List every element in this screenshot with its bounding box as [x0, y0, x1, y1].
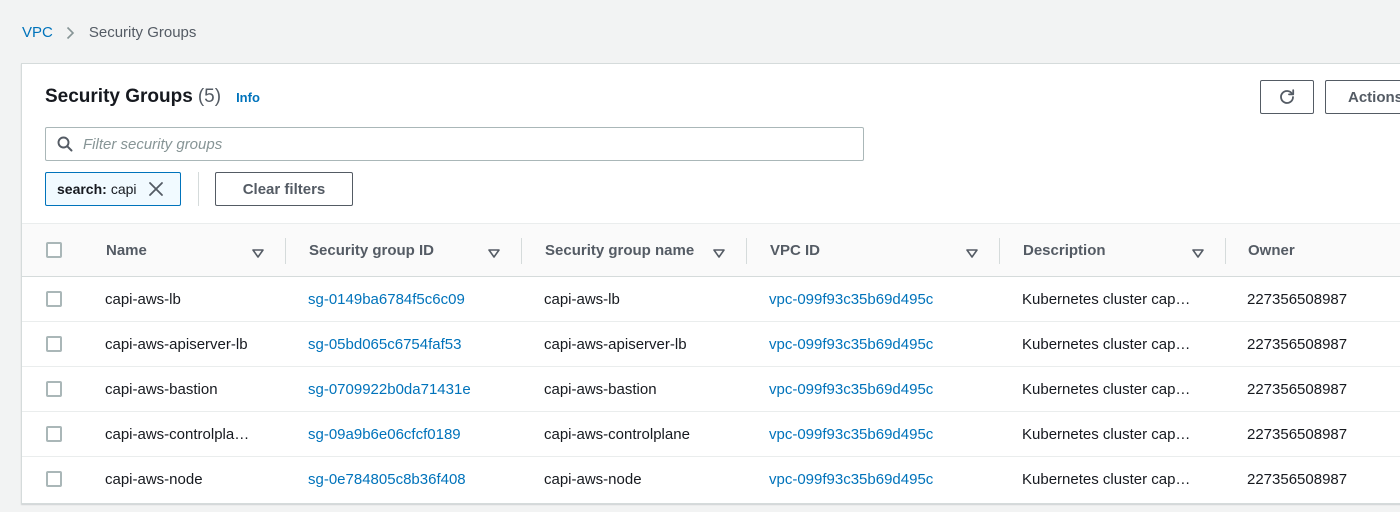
cell-name: capi-aws-apiserver-lb — [105, 335, 248, 353]
actions-button[interactable]: Actions — [1325, 80, 1400, 114]
table-row[interactable]: capi-aws-lb sg-0149ba6784f5c6c09 capi-aw… — [22, 277, 1400, 322]
column-divider — [999, 238, 1000, 264]
cell-vpc-id-link[interactable]: vpc-099f93c35b69d495c — [769, 457, 933, 501]
search-field[interactable] — [45, 127, 864, 161]
table-row[interactable]: capi-aws-bastion sg-0709922b0da71431e ca… — [22, 367, 1400, 412]
result-count: (5) — [197, 86, 222, 107]
refresh-button[interactable] — [1260, 80, 1314, 114]
cell-description: Kubernetes cluster cap… — [1022, 335, 1191, 353]
column-header-owner[interactable]: Owner — [1248, 224, 1295, 277]
cell-sg-id-link[interactable]: sg-0709922b0da71431e — [308, 367, 471, 411]
cell-description: Kubernetes cluster cap… — [1022, 470, 1191, 488]
table-row[interactable]: capi-aws-node sg-0e784805c8b36f408 capi-… — [22, 457, 1400, 502]
clear-filters-button[interactable]: Clear filters — [215, 172, 353, 206]
security-groups-table: Name Security group ID Security group na… — [22, 223, 1400, 502]
row-checkbox[interactable] — [46, 381, 62, 397]
caret-down-icon[interactable] — [488, 245, 500, 263]
search-input[interactable] — [83, 135, 823, 153]
chevron-right-icon — [66, 26, 75, 40]
row-checkbox[interactable] — [46, 291, 62, 307]
divider — [198, 172, 199, 206]
cell-vpc-id-link[interactable]: vpc-099f93c35b69d495c — [769, 367, 933, 411]
row-checkbox[interactable] — [46, 471, 62, 487]
cell-owner: 227356508987 — [1247, 470, 1348, 488]
cell-owner: 227356508987 — [1247, 425, 1348, 443]
cell-owner: 227356508987 — [1247, 290, 1348, 308]
cell-sg-name: capi-aws-apiserver-lb — [544, 335, 687, 353]
cell-sg-id-link[interactable]: sg-0e784805c8b36f408 — [308, 457, 466, 501]
cell-name: capi-aws-node — [105, 470, 203, 488]
close-icon[interactable] — [148, 181, 164, 197]
caret-down-icon[interactable] — [713, 245, 725, 263]
cell-owner: 227356508987 — [1247, 335, 1348, 353]
row-checkbox[interactable] — [46, 336, 62, 352]
cell-name: capi-aws-bastion — [105, 380, 218, 398]
filter-token-key: search: — [57, 181, 107, 197]
caret-down-icon[interactable] — [1192, 245, 1204, 263]
table-row[interactable]: capi-aws-controlpla… sg-09a9b6e06cfcf018… — [22, 412, 1400, 457]
breadcrumb-current: Security Groups — [88, 24, 197, 41]
column-header-sg-id[interactable]: Security group ID — [309, 224, 434, 277]
table-header: Name Security group ID Security group na… — [22, 223, 1400, 277]
cell-vpc-id-link[interactable]: vpc-099f93c35b69d495c — [769, 277, 933, 321]
cell-name: capi-aws-lb — [105, 290, 181, 308]
cell-sg-name: capi-aws-node — [544, 470, 642, 488]
breadcrumb: VPC Security Groups — [22, 24, 196, 41]
cell-sg-name: capi-aws-lb — [544, 290, 620, 308]
filter-token-value: capi — [110, 181, 137, 197]
column-header-name[interactable]: Name — [106, 224, 147, 277]
row-checkbox[interactable] — [46, 426, 62, 442]
caret-down-icon[interactable] — [966, 245, 978, 263]
cell-name: capi-aws-controlpla… — [105, 425, 250, 443]
cell-sg-id-link[interactable]: sg-09a9b6e06cfcf0189 — [308, 412, 461, 456]
column-header-sg-name[interactable]: Security group name — [545, 224, 694, 277]
filter-token: search: capi — [45, 172, 181, 206]
page-title: Security Groups — [45, 86, 193, 107]
column-divider — [1225, 238, 1226, 264]
security-groups-panel: Security Groups (5) Info Actions search:… — [21, 63, 1400, 504]
cell-vpc-id-link[interactable]: vpc-099f93c35b69d495c — [769, 412, 933, 456]
refresh-icon — [1278, 88, 1296, 106]
column-divider — [746, 238, 747, 264]
cell-sg-name: capi-aws-controlplane — [544, 425, 690, 443]
cell-sg-name: capi-aws-bastion — [544, 380, 657, 398]
cell-sg-id-link[interactable]: sg-05bd065c6754faf53 — [308, 322, 461, 366]
column-divider — [285, 238, 286, 264]
cell-vpc-id-link[interactable]: vpc-099f93c35b69d495c — [769, 322, 933, 366]
cell-description: Kubernetes cluster cap… — [1022, 380, 1191, 398]
cell-description: Kubernetes cluster cap… — [1022, 290, 1191, 308]
select-all-checkbox[interactable] — [46, 242, 62, 258]
column-header-description[interactable]: Description — [1023, 224, 1106, 277]
caret-down-icon[interactable] — [252, 245, 264, 263]
search-icon — [57, 136, 73, 152]
column-header-vpc-id[interactable]: VPC ID — [770, 224, 820, 277]
panel-header: Security Groups (5) Info — [45, 86, 260, 108]
cell-sg-id-link[interactable]: sg-0149ba6784f5c6c09 — [308, 277, 465, 321]
cell-description: Kubernetes cluster cap… — [1022, 425, 1191, 443]
breadcrumb-vpc-link[interactable]: VPC — [22, 24, 53, 41]
cell-owner: 227356508987 — [1247, 380, 1348, 398]
table-row[interactable]: capi-aws-apiserver-lb sg-05bd065c6754faf… — [22, 322, 1400, 367]
info-link[interactable]: Info — [236, 90, 260, 105]
column-divider — [521, 238, 522, 264]
table-body: capi-aws-lb sg-0149ba6784f5c6c09 capi-aw… — [22, 277, 1400, 502]
